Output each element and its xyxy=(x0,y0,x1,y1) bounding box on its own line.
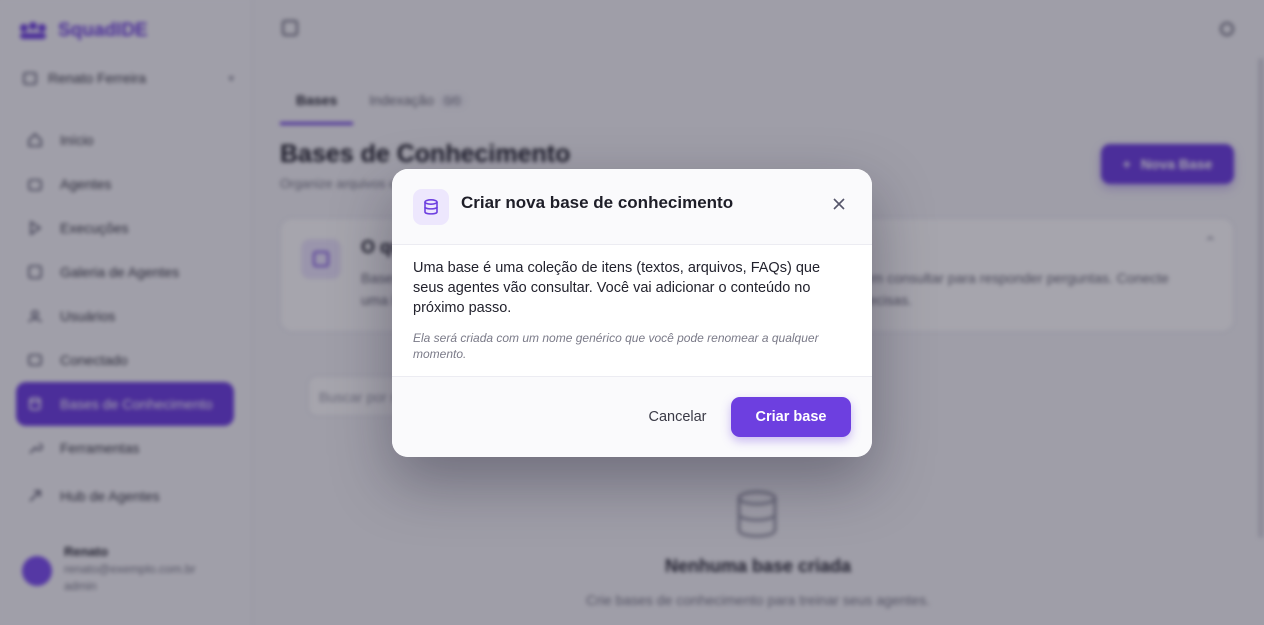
dialog-header: Criar nova base de conhecimento xyxy=(392,169,872,245)
dialog-body: Uma base é uma coleção de itens (textos,… xyxy=(413,258,853,362)
create-base-dialog: Criar nova base de conhecimento Uma base… xyxy=(392,169,872,457)
create-base-button[interactable]: Criar base xyxy=(731,397,851,437)
dialog-footer: Cancelar Criar base xyxy=(392,376,872,457)
cancel-button[interactable]: Cancelar xyxy=(635,405,720,429)
close-icon[interactable] xyxy=(829,194,849,214)
dialog-title: Criar nova base de conhecimento xyxy=(461,193,734,212)
database-icon xyxy=(413,189,449,225)
dialog-description: Uma base é uma coleção de itens (textos,… xyxy=(413,260,821,316)
dialog-note: Ela será criada com um nome genérico que… xyxy=(413,331,819,361)
